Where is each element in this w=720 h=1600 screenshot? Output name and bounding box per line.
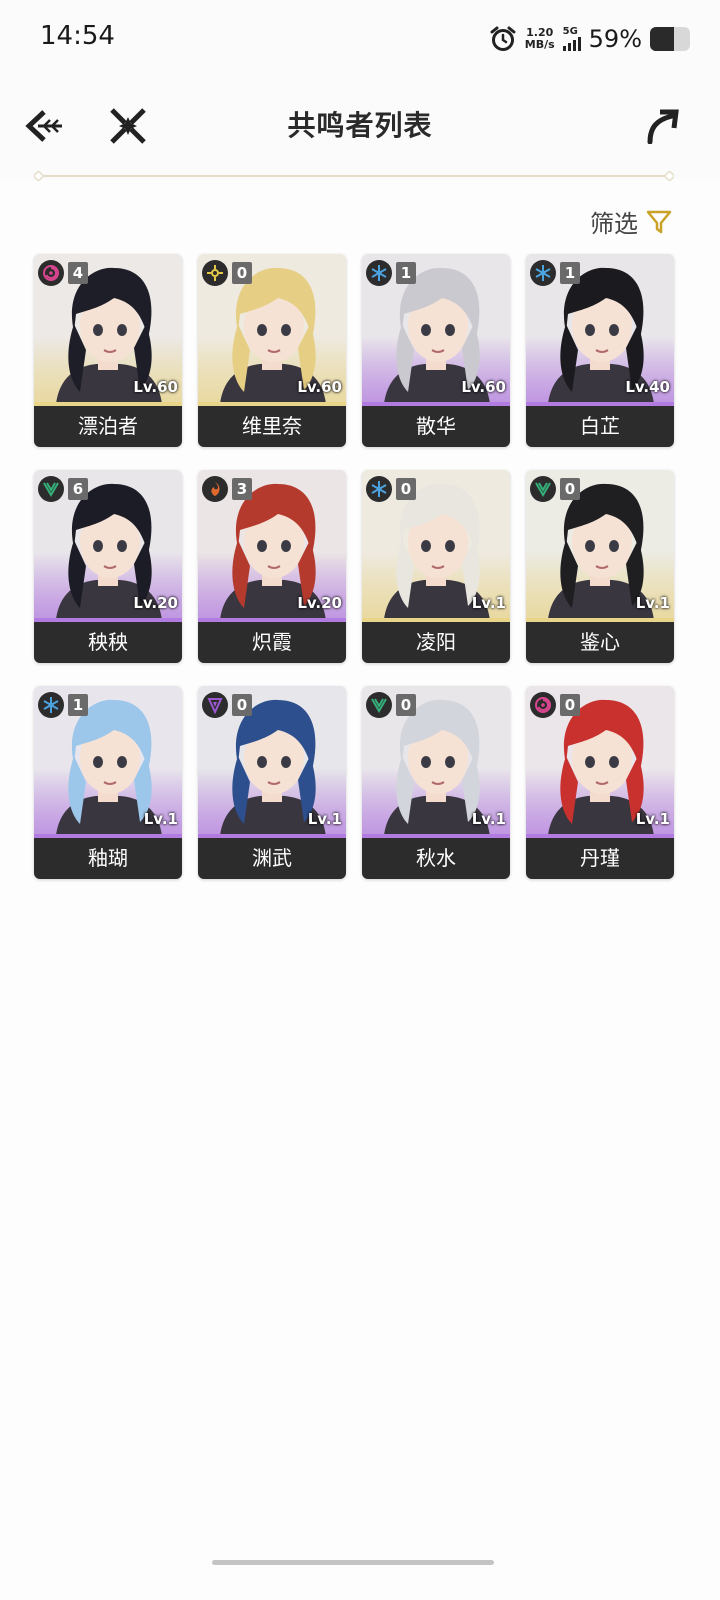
page-title: 共鸣者列表: [287, 109, 433, 142]
glacio-element-icon: [366, 476, 392, 502]
resonator-level: Lv.1: [471, 810, 506, 828]
resonator-card[interactable]: 6 Lv.20 秧秧: [34, 470, 182, 663]
resonator-card[interactable]: 0 Lv.60 维里奈: [198, 254, 346, 447]
status-bar: 14:54 1.20 MB/s 5G 59%: [0, 0, 720, 76]
resonator-level: Lv.40: [625, 378, 670, 396]
resonator-card[interactable]: 1 Lv.1 釉瑚: [34, 686, 182, 879]
battery-fill: [650, 27, 674, 51]
resonator-card[interactable]: 0 Lv.1 丹瑾: [526, 686, 674, 879]
battery-percentage: 59%: [588, 25, 642, 53]
resonator-name: 维里奈: [198, 406, 346, 447]
glacio-element-icon: [38, 692, 64, 718]
resonator-level: Lv.1: [635, 594, 670, 612]
alarm-icon: [490, 26, 516, 51]
resonator-level: Lv.60: [297, 378, 342, 396]
network-type: 5G: [562, 26, 578, 37]
resonator-name: 渊武: [198, 838, 346, 879]
resonator-card[interactable]: 0 Lv.1 渊武: [198, 686, 346, 879]
resonator-name: 釉瑚: [34, 838, 182, 879]
resonator-name: 凌阳: [362, 622, 510, 663]
home-indicator[interactable]: [212, 1560, 494, 1565]
sequence-count: 4: [68, 262, 88, 284]
resonator-card[interactable]: 0 Lv.1 凌阳: [362, 470, 510, 663]
resonator-level: Lv.20: [297, 594, 342, 612]
resonator-card[interactable]: 4 Lv.60 漂泊者: [34, 254, 182, 447]
glacio-element-icon: [366, 260, 392, 286]
sequence-count: 6: [68, 478, 88, 500]
resonator-name: 白芷: [526, 406, 674, 447]
network-speed: 1.20 MB/s: [525, 27, 555, 51]
filter-button[interactable]: 筛选: [590, 204, 672, 239]
resonator-level: Lv.1: [143, 810, 178, 828]
sequence-count: 1: [560, 262, 580, 284]
status-time: 14:54: [40, 21, 115, 51]
resonator-name: 炽霞: [198, 622, 346, 663]
resonator-card[interactable]: 1 Lv.60 散华: [362, 254, 510, 447]
resonator-card[interactable]: 3 Lv.20 炽霞: [198, 470, 346, 663]
resonator-card[interactable]: 0 Lv.1 秋水: [362, 686, 510, 879]
sequence-count: 1: [68, 694, 88, 716]
resonator-level: Lv.60: [133, 378, 178, 396]
resonator-name: 秋水: [362, 838, 510, 879]
aero-element-icon: [366, 692, 392, 718]
aero-element-icon: [38, 476, 64, 502]
share-icon[interactable]: [644, 108, 680, 144]
sequence-count: 0: [560, 478, 580, 500]
resonator-name: 鉴心: [526, 622, 674, 663]
filter-label: 筛选: [590, 210, 638, 238]
filter-icon: [646, 210, 672, 233]
resonator-level: Lv.60: [461, 378, 506, 396]
sequence-count: 1: [396, 262, 416, 284]
resonator-grid: 4 Lv.60 漂泊者 0 Lv.60 维里奈 1 Lv.60 散华 1 Lv.…: [34, 254, 674, 879]
resonator-level: Lv.20: [133, 594, 178, 612]
electro-element-icon: [202, 692, 228, 718]
resonator-name: 散华: [362, 406, 510, 447]
sequence-count: 0: [232, 262, 252, 284]
sequence-count: 0: [396, 478, 416, 500]
resonator-name: 漂泊者: [34, 406, 182, 447]
top-app-bar: 共鸣者列表: [0, 76, 720, 181]
header-divider: [34, 171, 674, 181]
resonator-level: Lv.1: [307, 810, 342, 828]
resonator-level: Lv.1: [635, 810, 670, 828]
glacio-element-icon: [530, 260, 556, 286]
aero-element-icon: [530, 476, 556, 502]
sequence-count: 0: [396, 694, 416, 716]
resonator-name: 丹瑾: [526, 838, 674, 879]
resonator-card[interactable]: 1 Lv.40 白芷: [526, 254, 674, 447]
sequence-count: 0: [232, 694, 252, 716]
havoc-element-icon: [530, 692, 556, 718]
network-speed-unit: MB/s: [524, 38, 555, 51]
havoc-element-icon: [38, 260, 64, 286]
status-indicators: 1.20 MB/s 5G 59%: [489, 22, 690, 56]
resonator-level: Lv.1: [471, 594, 506, 612]
cellular-signal: 5G: [562, 26, 581, 51]
battery-icon: [650, 27, 690, 51]
fusion-element-icon: [202, 476, 228, 502]
sequence-count: 3: [232, 478, 252, 500]
resonator-card[interactable]: 0 Lv.1 鉴心: [526, 470, 674, 663]
sequence-count: 0: [560, 694, 580, 716]
spectro-element-icon: [202, 260, 228, 286]
resonator-name: 秧秧: [34, 622, 182, 663]
signal-bars-icon: [562, 37, 581, 51]
